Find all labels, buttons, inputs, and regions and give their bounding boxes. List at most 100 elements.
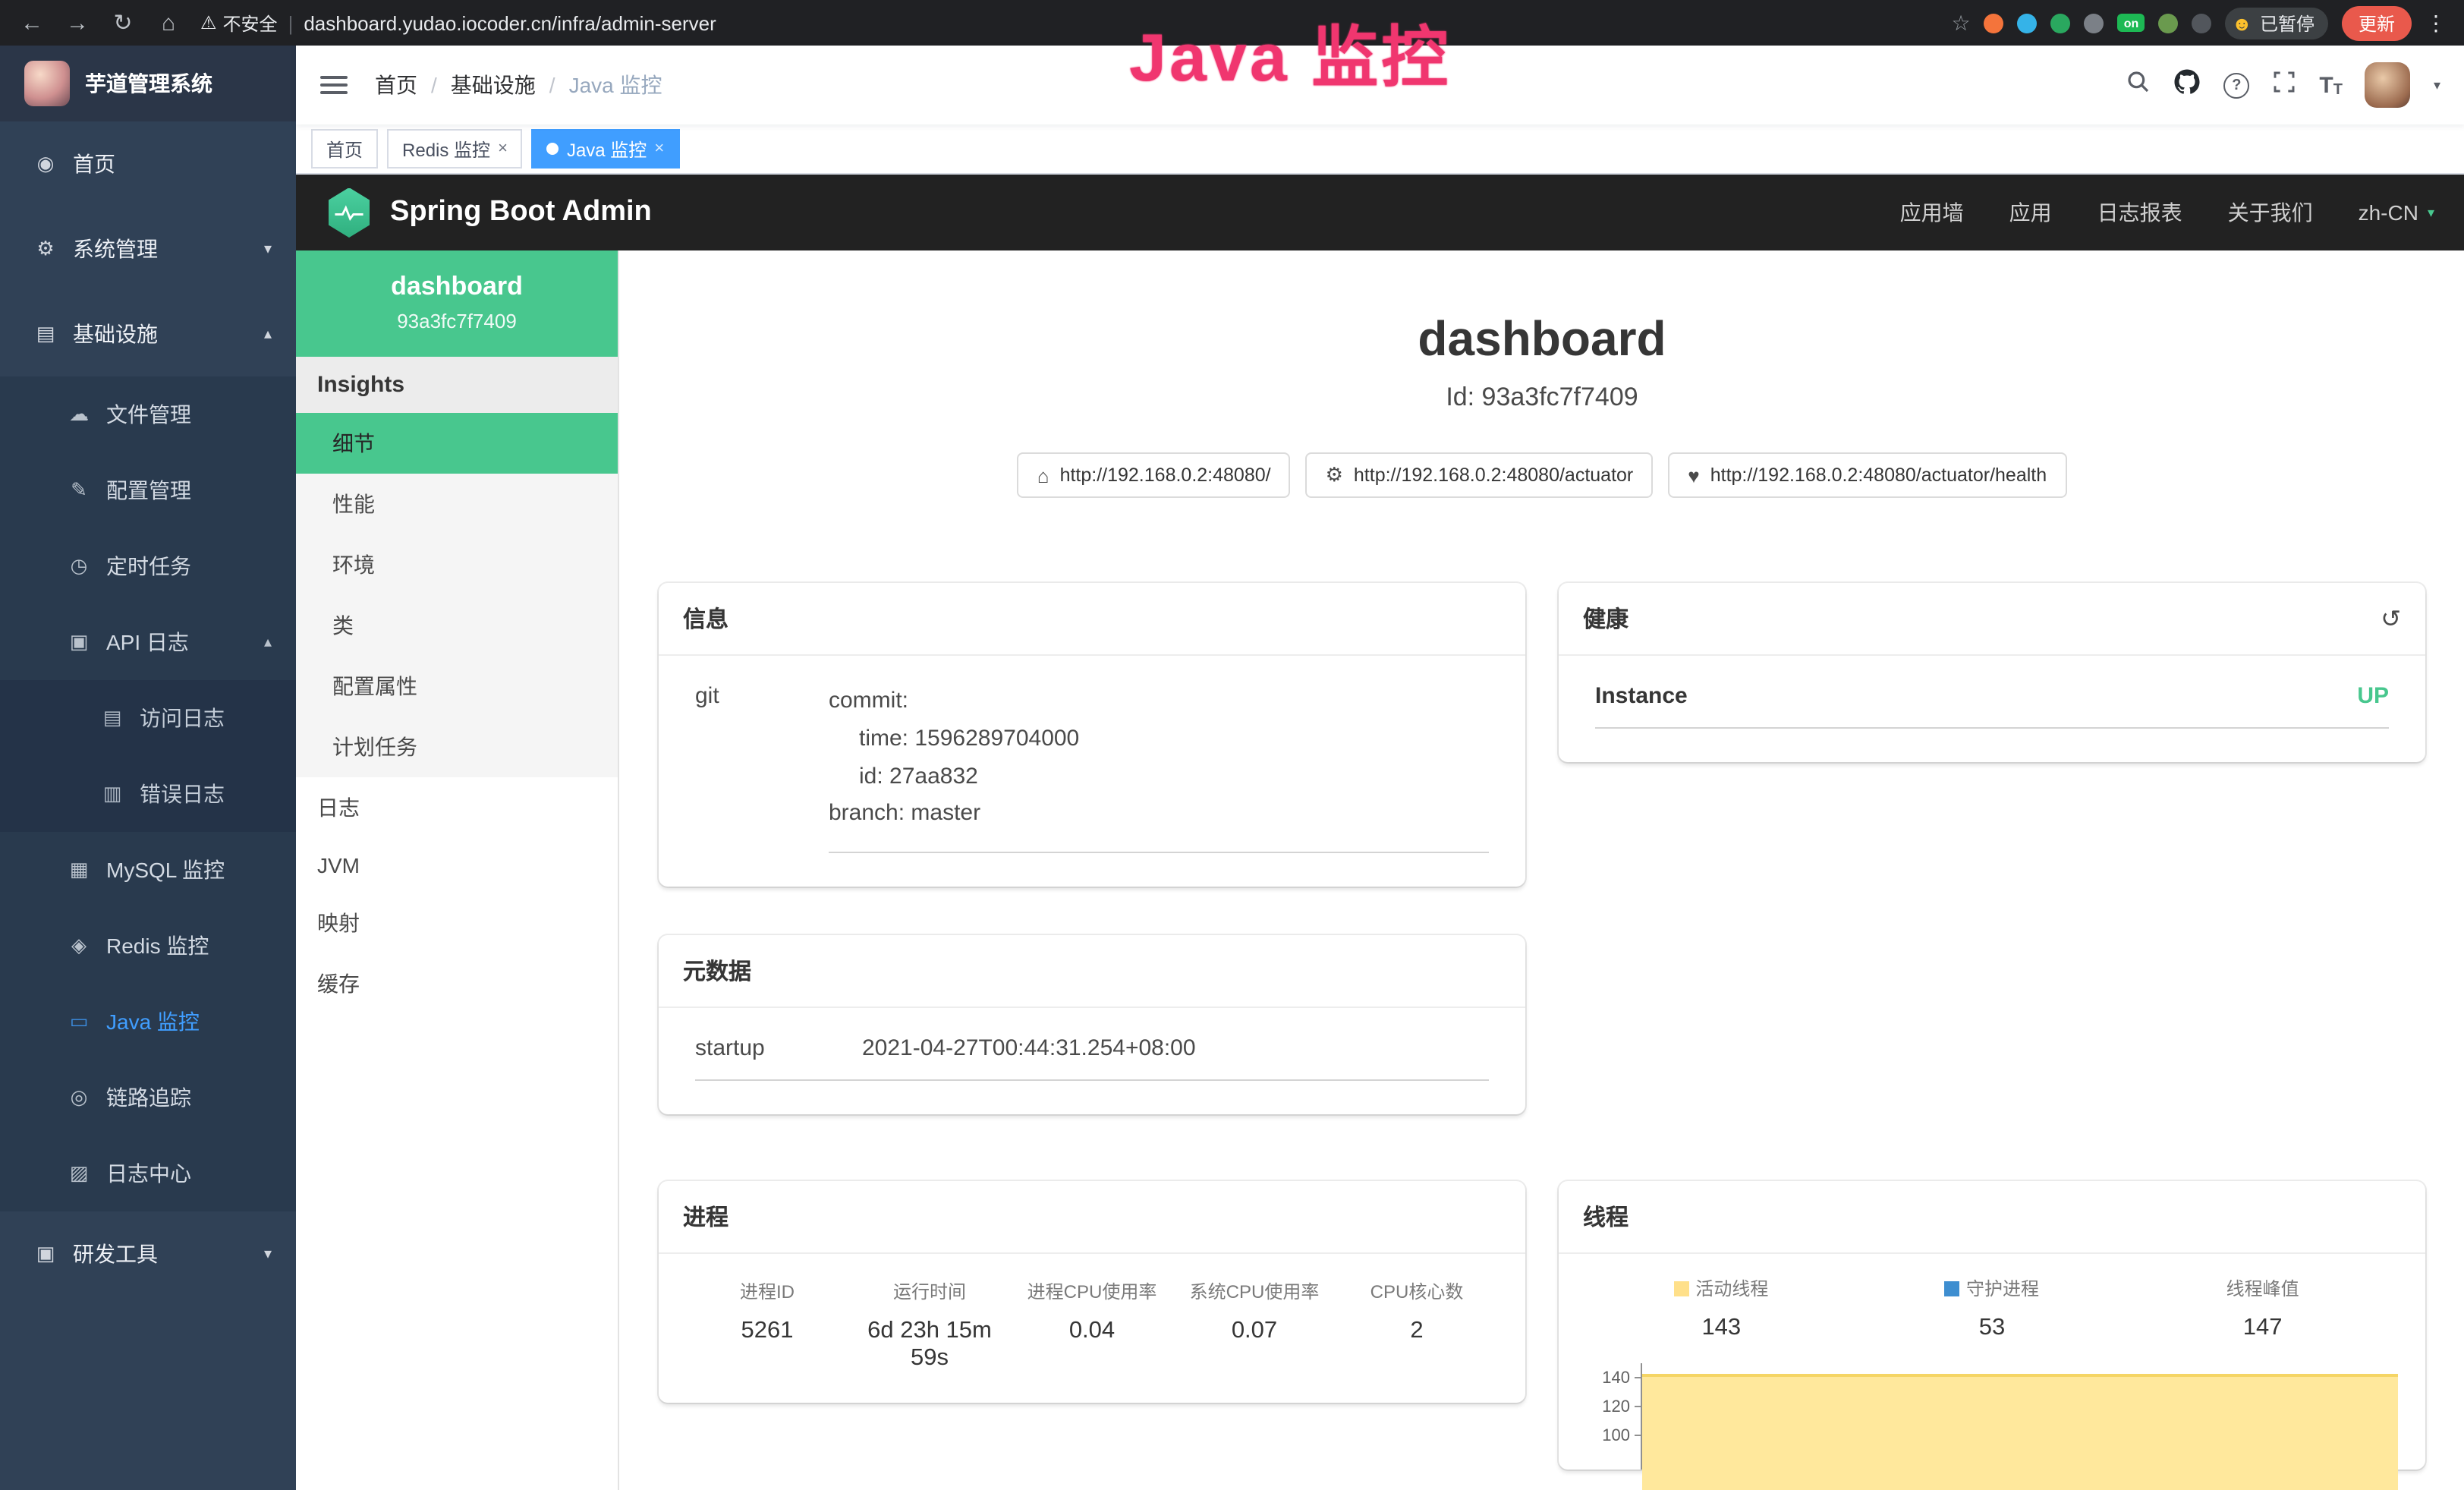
stat-value: 0.04 (1011, 1318, 1173, 1345)
extension-icon[interactable] (1984, 13, 2004, 33)
sidebar-item-label: Redis 监控 (106, 931, 209, 961)
sba-locale-select[interactable]: zh-CN ▾ (2359, 200, 2434, 225)
extension-icon[interactable] (2051, 13, 2071, 33)
sidebar-item-label: 文件管理 (106, 399, 191, 430)
tag-java-monitor[interactable]: Java 监控 × (532, 129, 679, 169)
sba-menu-metrics[interactable]: 性能 (296, 474, 618, 534)
breadcrumb-separator: / (431, 73, 437, 97)
sidebar-item-label: 日志中心 (106, 1158, 191, 1189)
font-size-icon[interactable]: TT (2319, 72, 2343, 98)
sba-nav-about[interactable]: 关于我们 (2228, 197, 2313, 228)
profile-chip[interactable]: ☻ 已暂停 (2226, 7, 2328, 39)
app-logo: 芋道管理系统 (0, 46, 296, 121)
instance-url: http://192.168.0.2:48080/ (1060, 465, 1271, 486)
search-icon[interactable] (2126, 69, 2151, 101)
tag-home[interactable]: 首页 (311, 129, 378, 169)
gear-icon: ⚙ (33, 237, 58, 261)
tag-redis-monitor[interactable]: Redis 监控 × (387, 129, 523, 169)
extension-icon[interactable] (2159, 13, 2179, 33)
github-icon[interactable] (2173, 68, 2201, 102)
sba-nav-wallboard[interactable]: 应用墙 (1900, 197, 1964, 228)
address-bar[interactable]: ⚠ 不安全 | dashboard.yudao.iocoder.cn/infra… (200, 10, 1933, 36)
browser-menu-icon[interactable]: ⋮ (2425, 10, 2447, 36)
sidebar-item-label: Java 监控 (106, 1006, 200, 1037)
sba-nav-journal[interactable]: 日志报表 (2097, 197, 2182, 228)
locale-label: zh-CN (2359, 200, 2418, 225)
sba-menu-config-props[interactable]: 配置属性 (296, 656, 618, 717)
back-icon[interactable]: ← (18, 10, 46, 36)
health-url-button[interactable]: ♥ http://192.168.0.2:48080/actuator/heal… (1668, 452, 2066, 498)
breadcrumb-infrastructure[interactable]: 基础设施 (451, 70, 536, 100)
sba-brand[interactable]: Spring Boot Admin (390, 196, 652, 229)
app-title: 芋道管理系统 (85, 68, 212, 99)
help-icon[interactable]: ? (2223, 72, 2249, 98)
instance-id: 93a3fc7f7409 (308, 310, 606, 332)
extension-puzzle-icon[interactable] (2192, 13, 2212, 33)
sba-menu-mappings[interactable]: 映射 (296, 893, 618, 953)
log-icon: ▤ (100, 706, 124, 730)
sidebar-item-file-mgmt[interactable]: ☁ 文件管理 (0, 376, 296, 452)
browser-home-icon[interactable]: ⌂ (155, 10, 182, 36)
status-badge: UP (2357, 683, 2389, 709)
document-icon: ▣ (67, 630, 91, 654)
sidebar-item-java-monitor[interactable]: ▭ Java 监控 (0, 984, 296, 1060)
bookmark-star-icon[interactable]: ☆ (1951, 10, 1970, 36)
axis-tick: 100 (1602, 1426, 1630, 1444)
profile-chip-label: 已暂停 (2260, 10, 2315, 36)
main-menu: ◉ 首页 ⚙ 系统管理 ▾ ▤ 基础设施 ▴ ☁ 文件管理 (0, 121, 296, 1490)
sidebar-item-home[interactable]: ◉ 首页 (0, 121, 296, 206)
sba-menu-environment[interactable]: 环境 (296, 534, 618, 595)
update-button[interactable]: 更新 (2342, 5, 2412, 40)
sba-menu-jvm[interactable]: JVM (296, 838, 618, 893)
threads-card-title: 线程 (1583, 1201, 1629, 1233)
actuator-url-button[interactable]: ⚙ http://192.168.0.2:48080/actuator (1306, 452, 1654, 498)
fullscreen-icon[interactable] (2272, 69, 2296, 101)
sidebar-item-system-mgmt[interactable]: ⚙ 系统管理 ▾ (0, 206, 296, 291)
sidebar-item-api-logs[interactable]: ▣ API 日志 ▴ (0, 604, 296, 680)
sidebar-item-tracing[interactable]: ◎ 链路追踪 (0, 1060, 296, 1136)
close-icon[interactable]: × (654, 140, 664, 158)
close-icon[interactable]: × (498, 140, 508, 158)
forward-icon[interactable]: → (64, 10, 91, 36)
sidebar-item-label: 配置管理 (106, 475, 191, 506)
info-line: commit: (829, 683, 1489, 721)
sidebar-item-log-center[interactable]: ▨ 日志中心 (0, 1136, 296, 1211)
threads-chart-plot (1641, 1363, 2398, 1470)
sidebar-item-redis-monitor[interactable]: ◈ Redis 监控 (0, 908, 296, 984)
sidebar-item-mysql-monitor[interactable]: ▦ MySQL 监控 (0, 832, 296, 908)
instance-url-button[interactable]: ⌂ http://192.168.0.2:48080/ (1018, 452, 1291, 498)
sidebar-item-error-logs[interactable]: ▥ 错误日志 (0, 756, 296, 832)
sidebar-item-infrastructure[interactable]: ▤ 基础设施 ▴ (0, 291, 296, 376)
legend-value: 143 (1586, 1315, 1857, 1342)
hamburger-icon[interactable] (320, 76, 348, 94)
sidebar-item-access-logs[interactable]: ▤ 访问日志 (0, 680, 296, 756)
process-stat: 运行时间 6d 23h 15m 59s (848, 1278, 1011, 1372)
sba-menu-classes[interactable]: 类 (296, 595, 618, 656)
screenshot-root: ← → ↻ ⌂ ⚠ 不安全 | dashboard.yudao.iocoder.… (0, 0, 2464, 1490)
sidebar-item-dev-tools[interactable]: ▣ 研发工具 ▾ (0, 1211, 296, 1296)
sba-menu-details[interactable]: 细节 (296, 413, 618, 474)
health-instance-label: Instance (1595, 683, 1688, 709)
sba-menu-scheduled-tasks[interactable]: 计划任务 (296, 717, 618, 777)
url-text[interactable]: dashboard.yudao.iocoder.cn/infra/admin-s… (304, 11, 716, 34)
security-warning[interactable]: ⚠ 不安全 (200, 10, 278, 36)
breadcrumb-home[interactable]: 首页 (375, 70, 417, 100)
refresh-icon[interactable]: ↻ (109, 9, 137, 36)
sba-menu-caches[interactable]: 缓存 (296, 953, 618, 1014)
extension-icon[interactable] (2018, 13, 2038, 33)
info-line: id: 27aa832 (829, 758, 1489, 796)
user-avatar[interactable] (2365, 62, 2411, 108)
extension-on-badge[interactable]: on (2118, 14, 2145, 32)
sba-menu-logs[interactable]: 日志 (296, 777, 618, 838)
history-icon[interactable]: ↺ (2381, 603, 2401, 634)
sidebar-item-config-mgmt[interactable]: ✎ 配置管理 (0, 452, 296, 528)
legend-label: 活动线程 (1695, 1275, 1768, 1301)
monitor-icon: ▤ (33, 322, 58, 346)
actuator-url: http://192.168.0.2:48080/actuator (1354, 465, 1633, 486)
sidebar-item-label: 定时任务 (106, 551, 191, 581)
sidebar-item-scheduled-tasks[interactable]: ◷ 定时任务 (0, 528, 296, 604)
breadcrumb-current: Java 监控 (569, 70, 662, 100)
sba-nav-applications[interactable]: 应用 (2009, 197, 2052, 228)
extension-icon[interactable] (2085, 13, 2104, 33)
threads-card: 线程 活动线程 143 守护进程 (1559, 1181, 2425, 1470)
